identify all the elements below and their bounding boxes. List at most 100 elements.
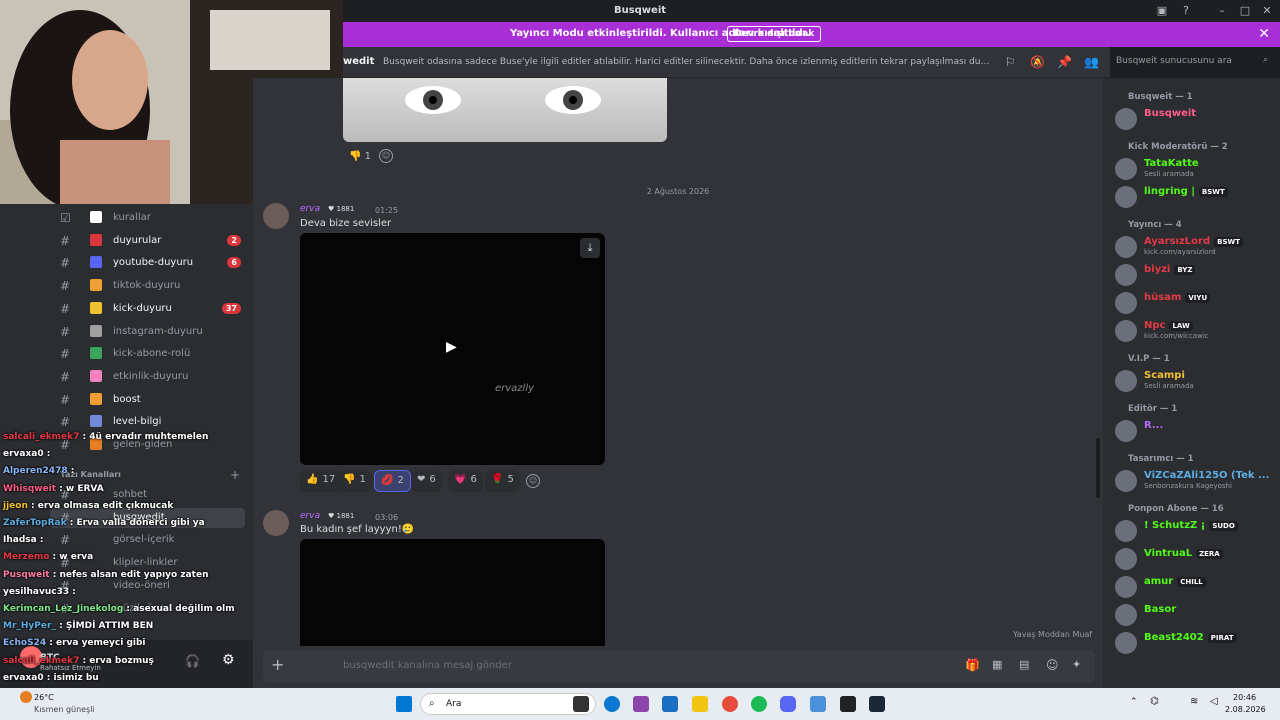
play-icon[interactable]: ▶ bbox=[446, 339, 457, 355]
mute-icon[interactable]: 🔕 bbox=[1030, 55, 1045, 69]
wifi-icon[interactable]: ≋ bbox=[1190, 696, 1198, 707]
scrollbar[interactable] bbox=[1096, 438, 1100, 498]
reaction-emoji: 👍 bbox=[306, 474, 319, 485]
obs-icon[interactable] bbox=[840, 696, 856, 712]
member-group-header: Ponpon Abone — 16 bbox=[1128, 504, 1224, 514]
reaction-button[interactable]: ❤ 6 bbox=[411, 470, 442, 492]
discord-icon[interactable] bbox=[780, 696, 796, 712]
steam-icon[interactable] bbox=[869, 696, 885, 712]
member-item[interactable]: lingring | BSWT bbox=[1113, 184, 1275, 210]
maximize-button[interactable]: □ bbox=[1238, 4, 1252, 18]
reaction-button[interactable]: 👍 17 bbox=[300, 470, 342, 492]
pin-icon[interactable]: 📌 bbox=[1057, 55, 1072, 69]
member-item[interactable]: Beast2402 PIRAT bbox=[1113, 630, 1275, 656]
member-name: biyzi bbox=[1144, 264, 1171, 275]
file-explorer-icon[interactable] bbox=[692, 696, 708, 712]
member-item[interactable]: hüsam VIYU bbox=[1113, 290, 1275, 316]
channel-item[interactable]: # youtube-duyuru 6 bbox=[50, 253, 245, 273]
clan-tag: ZERA bbox=[1196, 549, 1223, 559]
member-item[interactable]: ! SchutzZ ¡ SUDO bbox=[1113, 518, 1275, 544]
add-reaction-icon[interactable]: ☺ bbox=[379, 149, 393, 163]
gif-icon[interactable]: ▦ bbox=[992, 658, 1002, 671]
download-icon[interactable]: ⤓ bbox=[580, 238, 600, 258]
reaction-button[interactable]: 💋 2 bbox=[374, 470, 411, 492]
chat-separator: : bbox=[55, 621, 66, 632]
member-item[interactable]: Npc LAW kick.com/wiccawic bbox=[1113, 318, 1275, 344]
image-attachment[interactable] bbox=[343, 78, 667, 142]
avatar bbox=[1115, 520, 1137, 542]
task-view-icon[interactable] bbox=[573, 696, 589, 712]
add-reaction-icon[interactable]: ☺ bbox=[526, 474, 540, 488]
attach-plus-icon[interactable]: + bbox=[271, 655, 284, 674]
member-item[interactable]: TataKatte Sesli aramada bbox=[1113, 156, 1275, 182]
avatar bbox=[1115, 632, 1137, 654]
reaction-top[interactable]: 👎 1 bbox=[343, 147, 377, 169]
message-author[interactable]: erva bbox=[300, 511, 320, 521]
reaction-button[interactable]: 🌹 5 bbox=[485, 470, 520, 492]
weather-temp[interactable]: 26°C bbox=[34, 693, 54, 702]
message-input[interactable]: + busqwedit kanalına mesaj gönder 🎁 ▦ ▤ … bbox=[263, 650, 1095, 682]
channel-item[interactable]: # tiktok-duyuru bbox=[50, 276, 245, 296]
help-icon[interactable]: ? bbox=[1179, 4, 1193, 18]
message-composer: + busqwedit kanalına mesaj gönder 🎁 ▦ ▤ … bbox=[253, 646, 1103, 688]
avatar[interactable] bbox=[263, 510, 289, 536]
copilot-icon[interactable] bbox=[633, 696, 649, 712]
disable-streamer-mode-button[interactable]: Devre dışı bırak bbox=[727, 26, 822, 42]
tray-chevron-icon[interactable]: ⌃ bbox=[1130, 697, 1138, 707]
members-icon[interactable]: 👥 bbox=[1084, 55, 1099, 69]
reaction-button[interactable]: 💗 6 bbox=[448, 470, 483, 492]
network-icon[interactable]: ⌬ bbox=[1150, 696, 1159, 707]
channel-emoji-icon bbox=[90, 415, 102, 428]
member-item[interactable]: Busqweit bbox=[1113, 106, 1275, 132]
channel-item[interactable]: ☑ kurallar bbox=[50, 208, 245, 228]
channel-item[interactable]: # boost bbox=[50, 390, 245, 410]
clock-time[interactable]: 20:46 bbox=[1233, 693, 1256, 702]
channel-item[interactable]: # kick-duyuru 37 bbox=[50, 299, 245, 319]
reaction-button[interactable]: 👎 1 bbox=[337, 470, 372, 492]
taskbar-search[interactable]: ⌕ Ara bbox=[420, 693, 596, 715]
member-item[interactable]: Basor bbox=[1113, 602, 1275, 628]
member-item[interactable]: AyarsızLord BSWT kick.com/ayarsizlord bbox=[1113, 234, 1275, 260]
video-attachment[interactable] bbox=[300, 539, 605, 646]
chat-user: salcali_ekmek7 bbox=[3, 432, 80, 442]
member-name-row: ViZCaZAli125O (Tek ... bbox=[1144, 470, 1269, 481]
channel-item[interactable]: # etkinlik-duyuru bbox=[50, 367, 245, 387]
channel-item[interactable]: # instagram-duyuru bbox=[50, 322, 245, 342]
chrome-icon[interactable] bbox=[722, 696, 738, 712]
close-button[interactable]: ✕ bbox=[1260, 4, 1274, 18]
gift-icon[interactable]: 🎁 bbox=[965, 658, 980, 672]
spotify-icon[interactable] bbox=[751, 696, 767, 712]
reaction-emoji: 🌹 bbox=[491, 474, 504, 485]
member-item[interactable]: amur CHILL bbox=[1113, 574, 1275, 600]
member-name: VintruaL bbox=[1144, 548, 1193, 559]
member-item[interactable]: ViZCaZAli125O (Tek ... Senbonzakura Kagey… bbox=[1113, 468, 1275, 494]
member-item[interactable]: VintruaL ZERA bbox=[1113, 546, 1275, 572]
emoji-icon[interactable]: ☺ bbox=[1046, 658, 1059, 672]
avatar bbox=[1115, 548, 1137, 570]
member-name: Basor bbox=[1144, 604, 1177, 615]
member-item[interactable]: biyzi BYZ bbox=[1113, 262, 1275, 288]
threads-icon[interactable]: ⚐ bbox=[1003, 55, 1017, 69]
stream-chat-line: salcali_ekmek7 : erva bozmuş bbox=[3, 656, 154, 666]
member-name: TataKatte bbox=[1144, 158, 1199, 169]
channel-item[interactable]: # duyurular 2 bbox=[50, 231, 245, 251]
sticker-icon[interactable]: ▤ bbox=[1019, 658, 1029, 671]
store-icon[interactable] bbox=[662, 696, 678, 712]
channel-topic[interactable]: Busqweit odasına sadece Buse'yle ilgili … bbox=[383, 57, 993, 67]
member-item[interactable]: R... bbox=[1113, 418, 1275, 444]
search-input[interactable]: Busqweit sunucusunu ara ⌕ bbox=[1110, 51, 1274, 73]
apps-icon[interactable]: ✦ bbox=[1072, 658, 1081, 671]
video-attachment[interactable]: ⤓ ▶ ervazlly bbox=[300, 233, 605, 465]
volume-icon[interactable]: ◁ bbox=[1210, 696, 1218, 707]
clock-date[interactable]: 2.08.2026 bbox=[1225, 705, 1266, 714]
minimize-button[interactable]: – bbox=[1215, 4, 1229, 18]
start-icon[interactable] bbox=[396, 696, 412, 712]
inbox-icon[interactable]: ▣ bbox=[1155, 4, 1169, 18]
edge-icon[interactable] bbox=[604, 696, 620, 712]
member-item[interactable]: Scampi Sesli aramada bbox=[1113, 368, 1275, 394]
message-author[interactable]: erva bbox=[300, 204, 320, 214]
close-icon[interactable]: ✕ bbox=[1258, 26, 1270, 42]
channel-item[interactable]: # kick-abone-rolü bbox=[50, 344, 245, 364]
avatar[interactable] bbox=[263, 203, 289, 229]
settings-icon[interactable] bbox=[810, 696, 826, 712]
